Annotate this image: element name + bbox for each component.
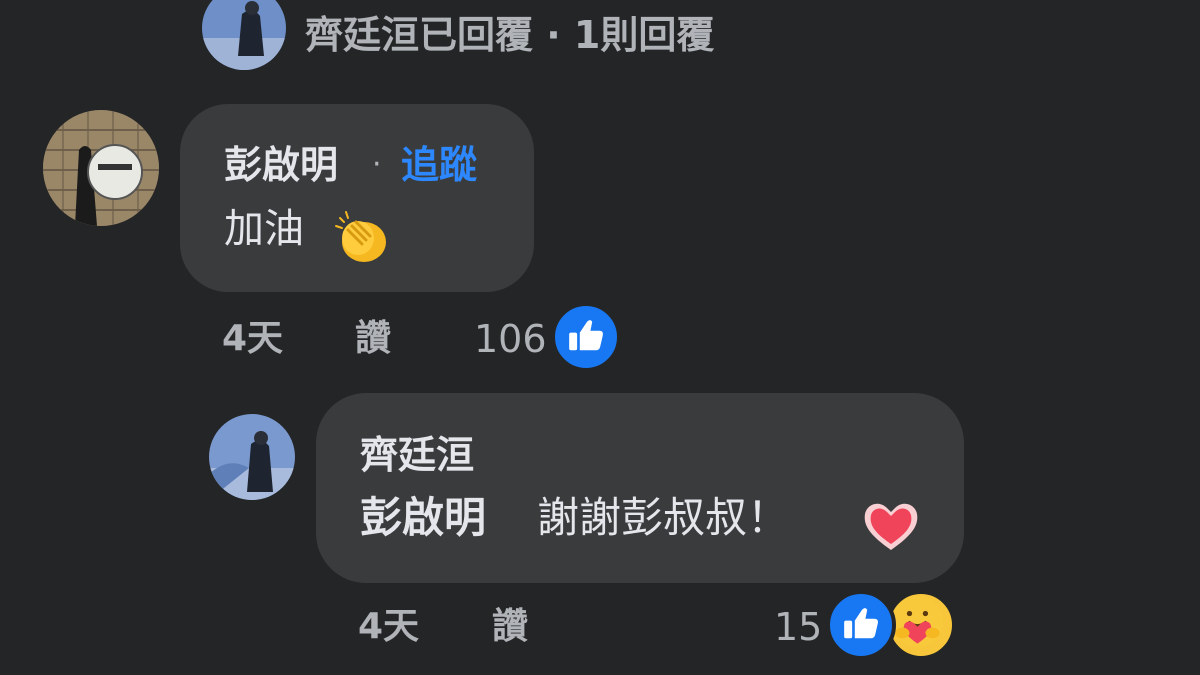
clapping-hands-icon <box>335 211 386 262</box>
comment-timestamp[interactable]: 4天 <box>222 316 283 362</box>
thumbs-up-icon <box>844 608 878 639</box>
reply-like-button[interactable]: 讚 <box>492 604 528 650</box>
reply-text: 謝謝彭叔叔！ <box>537 493 790 542</box>
reply-bubble <box>316 393 964 583</box>
replier-avatar-small[interactable] <box>202 0 286 70</box>
heart-icon <box>864 503 918 550</box>
care-emoji-icon <box>891 595 944 648</box>
heart-emoji <box>861 496 921 554</box>
reply-care-reaction-icon[interactable] <box>886 590 956 660</box>
reply-author-name[interactable]: 齊廷洹 <box>360 432 474 478</box>
name-separator: · <box>372 147 382 182</box>
avatar-image <box>202 0 286 70</box>
clapping-hands-emoji <box>334 208 392 266</box>
reply-like-reaction-icon[interactable] <box>826 590 896 660</box>
reply-reaction-count[interactable]: 15 <box>774 604 822 650</box>
comment-text: 加油 <box>224 206 304 252</box>
mention-tag[interactable]: 彭啟明 <box>360 492 486 544</box>
avatar-image <box>209 414 295 500</box>
reply-summary-link[interactable]: 齊廷洹已回覆 · 1則回覆 <box>305 12 714 58</box>
like-button[interactable]: 讚 <box>355 316 391 362</box>
replier-avatar[interactable] <box>209 414 295 500</box>
avatar-image <box>43 110 159 226</box>
comment-author-name[interactable]: 彭啟明 <box>224 142 338 188</box>
like-reaction-icon[interactable] <box>551 302 621 372</box>
thumbs-up-icon <box>569 320 603 351</box>
reply-timestamp[interactable]: 4天 <box>358 604 419 650</box>
reaction-count[interactable]: 106 <box>474 316 547 362</box>
commenter-avatar[interactable] <box>43 110 159 226</box>
follow-link[interactable]: 追蹤 <box>401 142 477 188</box>
